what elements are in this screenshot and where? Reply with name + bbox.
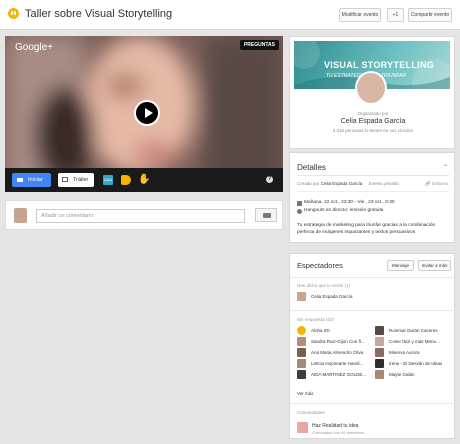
video-camera-icon xyxy=(17,178,23,182)
spectators-card: Espectadores Mensaje Invitar a más Han d… xyxy=(289,253,456,439)
community-avatar[interactable] xyxy=(297,422,308,433)
start-broadcast-button[interactable]: Iniciar xyxy=(12,173,51,187)
avatar[interactable] xyxy=(297,326,306,335)
list-item[interactable]: Irene - El Desván de Ideas xyxy=(389,361,442,366)
event-datetime: Mañana, 22 oct., 23:30 - Vie., 23 oct., … xyxy=(304,200,395,205)
list-item[interactable]: Leticia Inspirearte Handi... xyxy=(311,361,363,366)
circles-count: 3.316 personas lo tienen en sus círculos xyxy=(332,128,414,133)
details-heading: Detalles xyxy=(297,163,326,172)
avatar[interactable] xyxy=(375,348,384,357)
divider xyxy=(290,310,456,311)
questions-badge[interactable]: PREGUNTAS xyxy=(239,40,279,50)
spectators-heading: Espectadores xyxy=(297,261,343,270)
list-item[interactable]: AIDA MARTINEZ GOLDE... xyxy=(311,372,366,377)
event-location: Hangouts en directo: emisión gratuita xyxy=(304,208,384,213)
communities-label: Comunidades xyxy=(297,410,325,415)
organizer-avatar[interactable] xyxy=(355,71,387,105)
divider xyxy=(297,191,449,192)
list-item[interactable]: Minerva Aurora xyxy=(389,350,420,355)
play-button[interactable] xyxy=(134,100,160,126)
trailer-icon xyxy=(62,177,68,182)
details-card: Detalles ⌄ Creado por Celia Espada Garcí… xyxy=(289,152,455,243)
list-item[interactable]: Sandra Ruiz-Gijon Con fl... xyxy=(311,339,365,344)
hangouts-icon xyxy=(8,8,19,19)
google-plus-logo: Google+ xyxy=(15,42,54,53)
avatar[interactable] xyxy=(297,370,306,379)
location-icon xyxy=(297,209,302,214)
help-icon[interactable]: ? xyxy=(266,176,273,183)
chevron-down-icon[interactable]: ⌄ xyxy=(443,161,448,168)
modify-event-button[interactable]: Modificar evento xyxy=(339,8,381,22)
avatar[interactable] xyxy=(297,292,306,301)
see-more-link[interactable]: Ver más xyxy=(297,391,314,396)
privacy-label: Evento privado xyxy=(368,181,399,186)
avatar[interactable] xyxy=(297,359,306,368)
avatar[interactable] xyxy=(297,337,306,346)
calendar-icon xyxy=(297,201,302,206)
event-description: Tu estrategia de marketing para triunfar… xyxy=(297,223,436,235)
avatar xyxy=(14,208,27,223)
raise-hand-icon[interactable]: ✋ xyxy=(138,174,150,185)
avatar[interactable] xyxy=(375,370,384,379)
video-toolbar: Iniciar Tráiler Q&A ✋ ? xyxy=(5,168,283,192)
divider xyxy=(290,403,456,404)
add-photo-button[interactable] xyxy=(255,208,277,222)
page-title: Taller sobre Visual Storytelling xyxy=(25,8,173,20)
created-by: Creado por Celia Espada García · Evento … xyxy=(297,181,399,186)
comment-box: Añadir un comentario xyxy=(5,200,283,230)
community-members: Comunidad con 48 miembros xyxy=(312,430,365,435)
list-item[interactable]: Mayte Galán xyxy=(389,372,415,377)
avatar[interactable] xyxy=(375,337,384,346)
avatar[interactable] xyxy=(375,326,384,335)
camera-icon xyxy=(263,213,271,218)
qa-icon[interactable]: Q&A xyxy=(103,175,113,185)
start-label: Iniciar xyxy=(28,177,43,183)
trailer-button[interactable]: Tráiler xyxy=(58,173,94,187)
going-label: Han dicho que lo verán (1) xyxy=(297,283,351,288)
list-item[interactable]: Coser fácil y más Menu... xyxy=(389,339,440,344)
community-name[interactable]: Haz Realidad tu idea xyxy=(312,423,358,429)
avatar[interactable] xyxy=(297,348,306,357)
trailer-label: Tráiler xyxy=(73,177,89,183)
created-by-prefix: Creado por xyxy=(297,181,320,186)
links-button[interactable]: 🔗 Enlaces xyxy=(425,181,448,187)
no-reply-label: Sin respuesta (43) xyxy=(297,317,334,322)
banner-title: VISUAL STORYTELLING xyxy=(324,60,435,70)
organizer-label: Organizado por xyxy=(357,111,389,116)
list-item[interactable]: Celia Espada García xyxy=(311,294,353,299)
video-player[interactable]: Google+ PREGUNTAS Iniciar Tráiler Q&A ✋ … xyxy=(5,36,283,192)
plus-one-button[interactable]: +1 xyxy=(387,8,404,22)
showcase-icon[interactable] xyxy=(121,175,131,185)
comment-input[interactable]: Añadir un comentario xyxy=(36,209,245,223)
links-label: Enlaces xyxy=(431,181,448,186)
share-event-button[interactable]: Compartir evento xyxy=(408,8,452,22)
event-card: VISUAL STORYTELLING TU ESTRATEGIA PARA T… xyxy=(289,36,455,149)
creator-name[interactable]: Celia Espada García xyxy=(321,181,363,186)
invite-more-button[interactable]: Invitar a más xyxy=(418,260,451,271)
list-item[interactable]: Roinmar Duran Caceres xyxy=(389,328,438,333)
organizer-name[interactable]: Celia Espada García xyxy=(290,118,456,125)
divider xyxy=(297,175,449,176)
top-bar: Taller sobre Visual Storytelling Modific… xyxy=(0,0,460,30)
avatar[interactable] xyxy=(375,359,384,368)
list-item[interactable]: Aloha ZD xyxy=(311,328,330,333)
message-button[interactable]: Mensaje xyxy=(387,260,414,271)
divider xyxy=(290,277,456,278)
list-item[interactable]: Ana Maria Almendro Oliva xyxy=(311,350,363,355)
